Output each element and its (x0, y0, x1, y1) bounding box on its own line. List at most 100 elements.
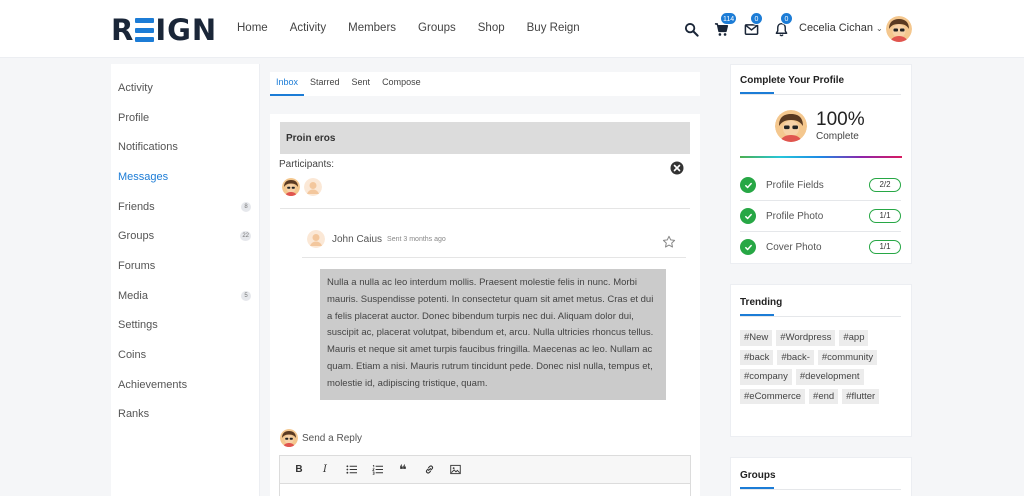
sidebar-item-coins[interactable]: Coins (111, 340, 259, 370)
bullet-list-button[interactable] (338, 460, 364, 480)
italic-button[interactable]: I (312, 460, 338, 480)
cart-badge: 114 (720, 12, 738, 25)
check-icon (740, 208, 756, 224)
link-icon (425, 465, 433, 474)
cart-button[interactable]: 114 (706, 12, 738, 42)
header-icons: 114 0 0 (676, 12, 796, 42)
divider (280, 208, 690, 209)
count-badge: 22 (240, 231, 251, 242)
editor-toolbar: B I ❝ (279, 455, 691, 484)
sidebar-item-ranks[interactable]: Ranks (111, 400, 259, 430)
nav-shop[interactable]: Shop (478, 22, 505, 34)
groups-widget: Groups (730, 457, 912, 496)
sidebar-item-profile[interactable]: Profile (111, 103, 259, 133)
completion-percent: 100% (816, 109, 865, 130)
user-menu[interactable]: Cecelia Cichan ⌄ (799, 22, 883, 34)
search-icon (684, 22, 699, 37)
tag[interactable]: #app (839, 330, 869, 346)
message-tabs: Inbox Starred Sent Compose (270, 72, 700, 96)
tag[interactable]: #community (817, 349, 878, 365)
tag[interactable]: #flutter (842, 388, 880, 404)
image-icon (449, 464, 461, 475)
profile-progress-row[interactable]: Profile Photo 1/1 (740, 201, 901, 231)
profile-avatar (775, 110, 807, 142)
check-icon (740, 239, 756, 255)
star-outline-icon (662, 235, 676, 248)
sidebar-item-forums[interactable]: Forums (111, 251, 259, 281)
sidebar-item-activity[interactable]: Activity (111, 73, 259, 103)
user-avatar[interactable] (886, 16, 912, 42)
sidebar-item-notifications[interactable]: Notifications (111, 132, 259, 162)
search-button[interactable] (676, 16, 706, 42)
tag[interactable]: #back (740, 349, 774, 365)
list-ul-icon (345, 465, 357, 474)
message-header: John Caius Sent 3 months ago (307, 230, 446, 248)
delete-thread-button[interactable] (670, 161, 684, 175)
trending-widget: Trending #New #Wordpress #app #back #bac… (730, 284, 912, 437)
star-message-button[interactable] (662, 235, 676, 249)
image-button[interactable] (442, 460, 468, 480)
sender-avatar[interactable] (307, 230, 325, 248)
notifications-button[interactable]: 0 (766, 12, 796, 42)
widget-title: Complete Your Profile (740, 75, 845, 86)
nav-members[interactable]: Members (348, 22, 396, 34)
reply-avatar (280, 429, 298, 447)
tag[interactable]: #Wordpress (776, 330, 836, 346)
tab-starred[interactable]: Starred (304, 72, 346, 96)
tab-compose[interactable]: Compose (376, 72, 427, 96)
participant-avatar[interactable] (304, 178, 322, 196)
sidebar-item-media[interactable]: Media 5 (111, 281, 259, 311)
message-body: Nulla a nulla ac leo interdum mollis. Pr… (320, 269, 666, 400)
profile-progress-row[interactable]: Cover Photo 1/1 (740, 232, 901, 262)
numbered-list-button[interactable] (364, 460, 390, 480)
tag[interactable]: #New (740, 330, 773, 346)
participants-list (282, 178, 322, 196)
site-header: R IGN Home Activity Members Groups Shop … (0, 0, 1024, 58)
sidebar-item-groups[interactable]: Groups 22 (111, 221, 259, 251)
nav-activity[interactable]: Activity (290, 22, 326, 34)
sent-time: Sent 3 months ago (387, 235, 446, 243)
divider (302, 257, 686, 258)
widget-title: Trending (740, 297, 783, 308)
profile-nav: Activity Profile Notifications Messages … (111, 64, 259, 429)
progress-count: 1/1 (869, 209, 901, 223)
completion-bar (740, 156, 902, 158)
messages-button[interactable]: 0 (736, 12, 766, 42)
tag[interactable]: #eCommerce (740, 388, 806, 404)
tab-sent[interactable]: Sent (346, 72, 377, 96)
nav-buy-reign[interactable]: Buy Reign (527, 22, 580, 34)
profile-progress-row[interactable]: Profile Fields 2/2 (740, 170, 901, 200)
tag-cloud: #New #Wordpress #app #back #back- #commu… (740, 330, 905, 404)
messages-badge: 0 (750, 12, 763, 25)
tag[interactable]: #development (795, 369, 864, 385)
messages-main: Inbox Starred Sent Compose Proin eros Pa… (270, 64, 700, 496)
sidebar-item-messages[interactable]: Messages (111, 162, 259, 192)
sidebar-item-achievements[interactable]: Achievements (111, 370, 259, 400)
progress-count: 1/1 (869, 240, 901, 254)
blockquote-button[interactable]: ❝ (390, 460, 416, 480)
tag[interactable]: #company (740, 369, 792, 385)
message-thread: Proin eros Participants: John Caius Sent… (270, 114, 700, 496)
tab-inbox[interactable]: Inbox (270, 72, 305, 96)
close-circle-icon (670, 161, 684, 175)
logo-e-mark (135, 18, 155, 42)
reply-header: Send a Reply (280, 429, 362, 447)
link-button[interactable] (416, 460, 442, 480)
widget-title: Groups (740, 470, 776, 481)
nav-groups[interactable]: Groups (418, 22, 456, 34)
tag[interactable]: #back- (777, 349, 814, 365)
participants-label: Participants: (279, 159, 335, 170)
reply-editor[interactable] (279, 484, 691, 496)
tag[interactable]: #end (809, 388, 839, 404)
logo[interactable]: R IGN (111, 13, 217, 47)
profile-completion-widget: Complete Your Profile 100% Complete Prof… (730, 64, 912, 264)
nav-home[interactable]: Home (237, 22, 268, 34)
main-nav: Home Activity Members Groups Shop Buy Re… (237, 22, 602, 34)
sidebar-item-settings[interactable]: Settings (111, 311, 259, 341)
sender-name[interactable]: John Caius (332, 234, 382, 245)
sidebar-item-friends[interactable]: Friends 8 (111, 192, 259, 222)
participant-avatar[interactable] (282, 178, 300, 196)
progress-count: 2/2 (869, 178, 901, 192)
reply-label: Send a Reply (302, 432, 363, 444)
bold-button[interactable]: B (286, 460, 312, 480)
